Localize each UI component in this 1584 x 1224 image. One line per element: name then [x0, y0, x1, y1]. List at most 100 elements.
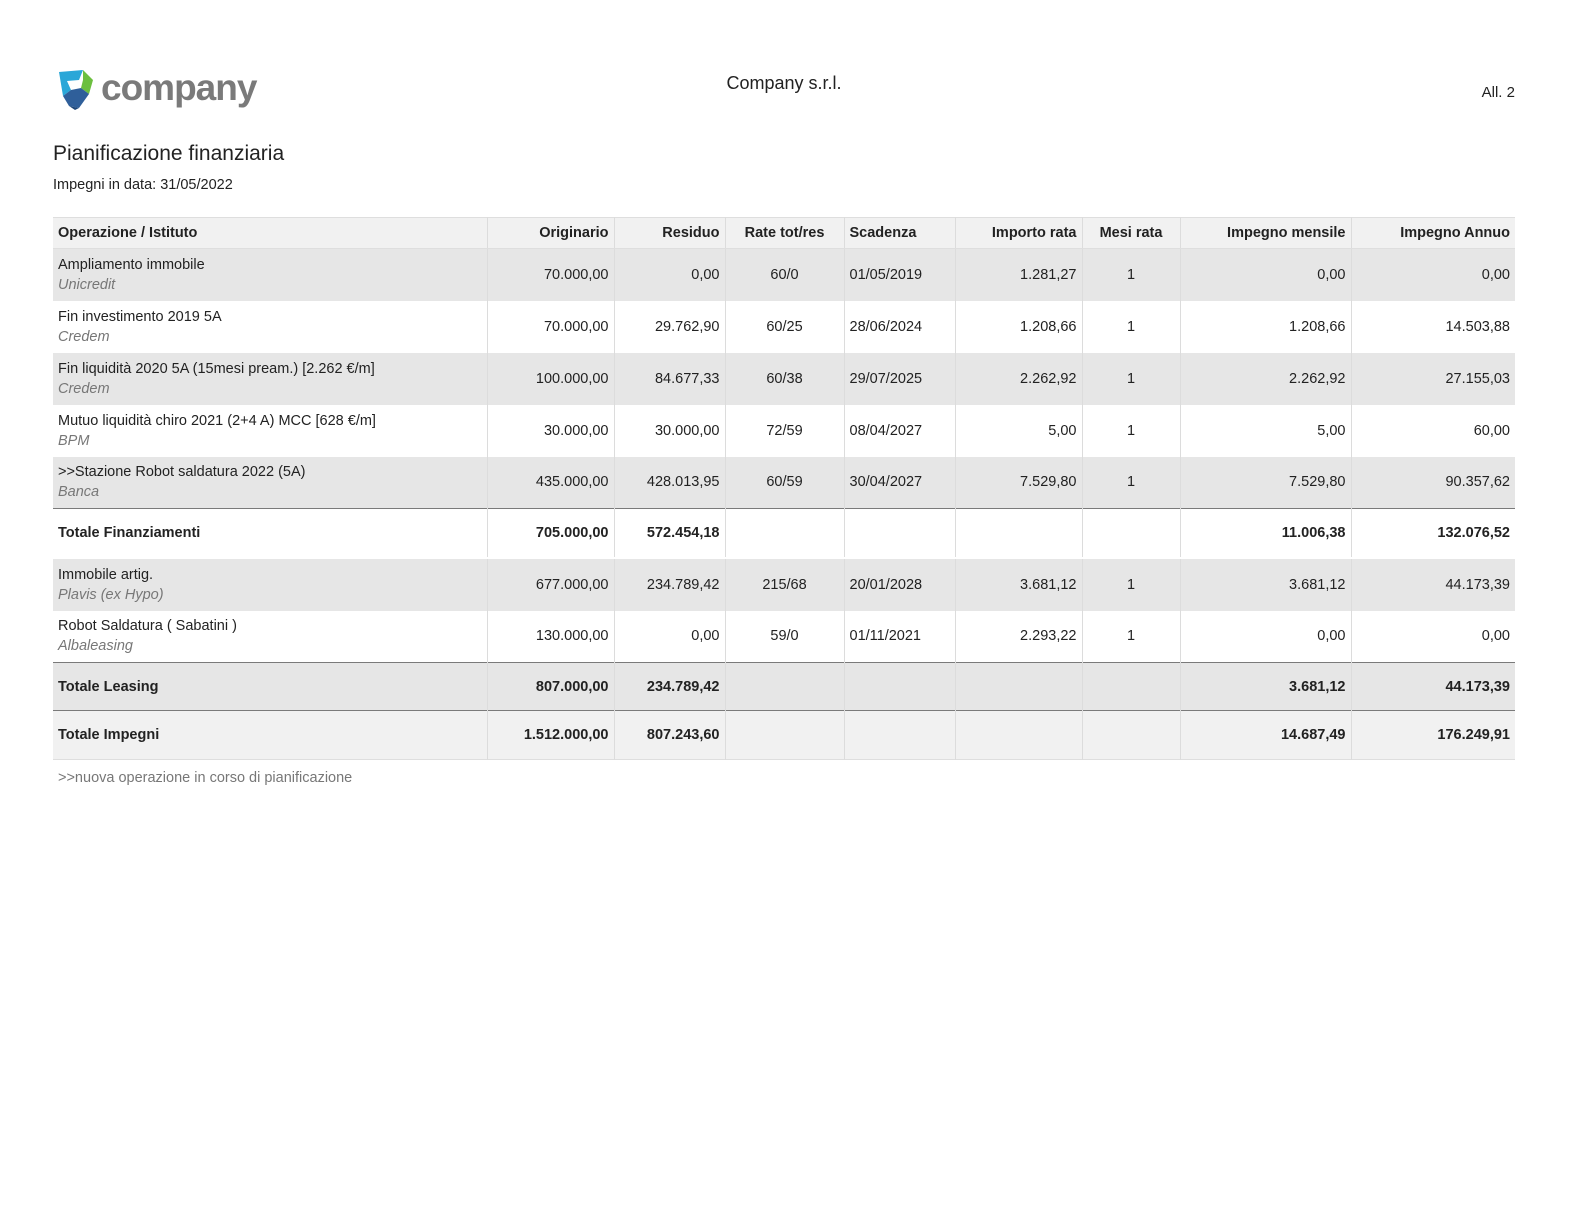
total-residuo: 234.789,42: [614, 662, 726, 711]
residuo-cell: 428.013,95: [614, 456, 726, 509]
scadenza-cell: 08/04/2027: [844, 404, 956, 457]
rate-cell: 59/0: [725, 610, 845, 663]
scadenza-cell: 30/04/2027: [844, 456, 956, 509]
impegno-mensile-cell: 3.681,12: [1180, 558, 1352, 611]
col-header-operazione: Operazione / Istituto: [53, 217, 488, 249]
table-row: >>Stazione Robot saldatura 2022 (5A) Ban…: [53, 456, 1515, 509]
total-residuo: 572.454,18: [614, 508, 726, 557]
rate-cell: 60/0: [725, 248, 845, 301]
col-header-importo-rata: Importo rata: [955, 217, 1083, 249]
total-impegno-annuo: 176.249,91: [1437, 727, 1510, 743]
total-label: Totale Finanziamenti: [53, 508, 488, 557]
residuo-cell: 0,00: [614, 610, 726, 663]
impegno-annuo-cell: 60,00: [1473, 422, 1510, 439]
originario-cell: 677.000,00: [487, 558, 615, 611]
operation-cell: Mutuo liquidità chiro 2021 (2+4 A) MCC […: [53, 404, 488, 457]
empty-cell: [844, 710, 956, 760]
impegno-mensile-cell: 2.262,92: [1180, 352, 1352, 405]
empty-cell: [955, 710, 1083, 760]
scadenza-cell: 28/06/2024: [844, 300, 956, 353]
impegno-annuo-cell: 0,00: [1481, 266, 1510, 283]
rate-cell: 60/25: [725, 300, 845, 353]
importo-rata-cell: 2.293,22: [955, 610, 1083, 663]
originario-cell: 70.000,00: [487, 248, 615, 301]
col-header-mesi-rata: Mesi rata: [1082, 217, 1181, 249]
empty-cell: [955, 508, 1083, 557]
institution-name: Unicredit: [58, 276, 116, 293]
operation-cell: >>Stazione Robot saldatura 2022 (5A) Ban…: [53, 456, 488, 509]
scadenza-cell: 29/07/2025: [844, 352, 956, 405]
importo-rata-cell: 3.681,12: [955, 558, 1083, 611]
importo-rata-cell: 2.262,92: [955, 352, 1083, 405]
empty-cell: [955, 662, 1083, 711]
scadenza-cell: 01/11/2021: [844, 610, 956, 663]
originario-cell: 70.000,00: [487, 300, 615, 353]
institution-name: Albaleasing: [58, 638, 133, 655]
operation-cell: Fin liquidità 2020 5A (15mesi pream.) [2…: [53, 352, 488, 405]
originario-cell: 30.000,00: [487, 404, 615, 457]
total-originario: 705.000,00: [487, 508, 615, 557]
grand-total-row: Totale Impegni 1.512.000,00 807.243,60 1…: [53, 710, 1515, 760]
operation-cell: Immobile artig. Plavis (ex Hypo): [53, 558, 488, 611]
impegno-mensile-cell: 5,00: [1180, 404, 1352, 457]
impegno-annuo-cell: 27.155,03: [1445, 370, 1510, 387]
residuo-cell: 29.762,90: [614, 300, 726, 353]
importo-rata-cell: 1.281,27: [955, 248, 1083, 301]
col-header-residuo: Residuo: [614, 217, 726, 249]
institution-name: Plavis (ex Hypo): [58, 586, 164, 603]
institution-name: BPM: [58, 432, 90, 449]
footnote: >>nuova operazione in corso di pianifica…: [58, 770, 353, 786]
attachment-label: All. 2: [1481, 84, 1515, 101]
empty-cell: [725, 508, 845, 557]
empty-cell: [725, 662, 845, 711]
total-label: Totale Leasing: [53, 662, 488, 711]
operation-name: Mutuo liquidità chiro 2021 (2+4 A) MCC […: [58, 412, 376, 429]
operation-cell: Robot Saldatura ( Sabatini ) Albaleasing: [53, 610, 488, 663]
table-row: Ampliamento immobile Unicredit 70.000,00…: [53, 248, 1515, 301]
operation-name: Ampliamento immobile: [58, 256, 205, 273]
page-title: Pianificazione finanziaria: [53, 142, 285, 165]
table-row: Fin liquidità 2020 5A (15mesi pream.) [2…: [53, 352, 1515, 405]
importo-rata-cell: 5,00: [955, 404, 1083, 457]
impegno-annuo-cell: 90.357,62: [1445, 474, 1510, 491]
total-impegno-mensile: 3.681,12: [1180, 662, 1352, 711]
operation-name: Immobile artig.: [58, 566, 154, 583]
residuo-cell: 30.000,00: [614, 404, 726, 457]
institution-name: Credem: [58, 380, 110, 397]
table-row: Robot Saldatura ( Sabatini ) Albaleasing…: [53, 610, 1515, 663]
rate-cell: 215/68: [725, 558, 845, 611]
mesi-rata-cell: 1: [1082, 248, 1181, 301]
operation-cell: Fin investimento 2019 5A Credem: [53, 300, 488, 353]
table-row: Immobile artig. Plavis (ex Hypo) 677.000…: [53, 558, 1515, 611]
empty-cell: [1082, 662, 1181, 711]
originario-cell: 100.000,00: [487, 352, 615, 405]
empty-cell: [1082, 508, 1181, 557]
originario-cell: 130.000,00: [487, 610, 615, 663]
col-header-scadenza: Scadenza: [844, 217, 956, 249]
impegno-mensile-cell: 1.208,66: [1180, 300, 1352, 353]
operation-name: >>Stazione Robot saldatura 2022 (5A): [58, 464, 306, 481]
impegno-annuo-cell: 14.503,88: [1445, 318, 1510, 335]
empty-cell: [725, 710, 845, 760]
col-header-impegno-annuo: Impegno Annuo: [1351, 217, 1515, 249]
total-residuo: 807.243,60: [614, 710, 726, 760]
total-impegno-mensile: 11.006,38: [1180, 508, 1352, 557]
operation-name: Fin investimento 2019 5A: [58, 308, 222, 325]
table-row: Mutuo liquidità chiro 2021 (2+4 A) MCC […: [53, 404, 1515, 457]
financial-plan-table: Operazione / Istituto Originario Residuo…: [53, 217, 1515, 760]
residuo-cell: 234.789,42: [614, 558, 726, 611]
total-impegno-annuo: 132.076,52: [1437, 524, 1510, 541]
mesi-rata-cell: 1: [1082, 300, 1181, 353]
company-name: Company s.r.l.: [726, 73, 842, 93]
total-leasing-row: Totale Leasing 807.000,00 234.789,42 3.6…: [53, 662, 1515, 711]
total-financing-row: Totale Finanziamenti 705.000,00 572.454,…: [53, 508, 1515, 557]
total-label: Totale Impegni: [53, 710, 488, 760]
impegno-annuo-cell: 44.173,39: [1445, 576, 1510, 593]
total-originario: 807.000,00: [487, 662, 615, 711]
operation-cell: Ampliamento immobile Unicredit: [53, 248, 488, 301]
mesi-rata-cell: 1: [1082, 404, 1181, 457]
mesi-rata-cell: 1: [1082, 558, 1181, 611]
institution-name: Banca: [58, 484, 100, 501]
empty-cell: [1082, 710, 1181, 760]
importo-rata-cell: 7.529,80: [955, 456, 1083, 509]
